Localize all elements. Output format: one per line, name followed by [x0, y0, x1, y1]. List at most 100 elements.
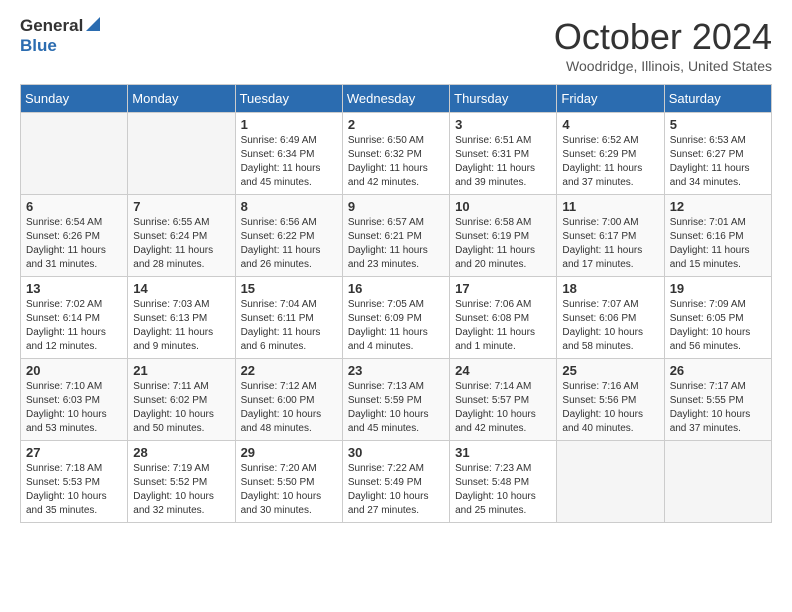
calendar-cell: 2 Sunrise: 6:50 AM Sunset: 6:32 PM Daylig…: [342, 113, 449, 195]
day-number: 19: [670, 281, 766, 296]
day-number: 15: [241, 281, 337, 296]
day-number: 11: [562, 199, 658, 214]
day-number: 30: [348, 445, 444, 460]
day-number: 3: [455, 117, 551, 132]
day-info: Sunrise: 7:06 AM Sunset: 6:08 PM Dayligh…: [455, 298, 551, 354]
day-info: Sunrise: 6:50 AM Sunset: 6:32 PM Dayligh…: [348, 134, 444, 190]
weekday-header: Wednesday: [342, 85, 449, 113]
day-number: 7: [133, 199, 229, 214]
calendar-cell: 15Sunrise: 7:04 AM Sunset: 6:11 PM Dayli…: [235, 277, 342, 359]
day-number: 20: [26, 363, 122, 378]
calendar-week-row: 13 Sunrise: 7:02 AM Sunset: 6:14 PM Dayli…: [21, 277, 772, 359]
calendar-cell: [21, 113, 128, 195]
calendar-cell: 17 Sunrise: 7:06 AM Sunset: 6:08 PM Dayli…: [450, 277, 557, 359]
page-header: General Blue October 2024 Woodridge, Ill…: [20, 16, 772, 74]
day-number: 27: [26, 445, 122, 460]
day-info: Sunrise: 6:52 AM Sunset: 6:29 PM Dayligh…: [562, 134, 658, 190]
day-number: 16: [348, 281, 444, 296]
day-info: Sunrise: 6:54 AM Sunset: 6:26 PM Dayligh…: [26, 216, 122, 272]
calendar-cell: 13 Sunrise: 7:02 AM Sunset: 6:14 PM Dayli…: [21, 277, 128, 359]
calendar-cell: 4 Sunrise: 6:52 AM Sunset: 6:29 PM Daylig…: [557, 113, 664, 195]
calendar-cell: 27 Sunrise: 7:18 AM Sunset: 5:53 PM Dayli…: [21, 441, 128, 523]
calendar-cell: 28Sunrise: 7:19 AM Sunset: 5:52 PM Dayli…: [128, 441, 235, 523]
calendar-cell: 19 Sunrise: 7:09 AM Sunset: 6:05 PM Dayli…: [664, 277, 771, 359]
calendar-cell: 6 Sunrise: 6:54 AM Sunset: 6:26 PM Daylig…: [21, 195, 128, 277]
calendar-cell: 26Sunrise: 7:17 AM Sunset: 5:55 PM Dayli…: [664, 359, 771, 441]
logo-blue: Blue: [20, 36, 57, 55]
day-info: Sunrise: 6:49 AM Sunset: 6:34 PM Dayligh…: [241, 134, 337, 190]
day-info: Sunrise: 7:22 AM Sunset: 5:49 PM Dayligh…: [348, 462, 444, 518]
weekday-header: Monday: [128, 85, 235, 113]
day-info: Sunrise: 7:13 AM Sunset: 5:59 PM Dayligh…: [348, 380, 444, 436]
page-container: General Blue October 2024 Woodridge, Ill…: [0, 0, 792, 543]
day-info: Sunrise: 6:55 AM Sunset: 6:24 PM Dayligh…: [133, 216, 229, 272]
day-number: 9: [348, 199, 444, 214]
calendar-cell: 12 Sunrise: 7:01 AM Sunset: 6:16 PM Dayli…: [664, 195, 771, 277]
day-number: 12: [670, 199, 766, 214]
logo-general: General: [20, 16, 83, 36]
day-info: Sunrise: 7:18 AM Sunset: 5:53 PM Dayligh…: [26, 462, 122, 518]
calendar-cell: 23 Sunrise: 7:13 AM Sunset: 5:59 PM Dayli…: [342, 359, 449, 441]
weekday-header: Sunday: [21, 85, 128, 113]
calendar-week-row: 6 Sunrise: 6:54 AM Sunset: 6:26 PM Daylig…: [21, 195, 772, 277]
calendar-week-row: 1 Sunrise: 6:49 AM Sunset: 6:34 PM Daylig…: [21, 113, 772, 195]
weekday-header: Tuesday: [235, 85, 342, 113]
day-info: Sunrise: 6:53 AM Sunset: 6:27 PM Dayligh…: [670, 134, 766, 190]
calendar-cell: 29 Sunrise: 7:20 AM Sunset: 5:50 PM Dayli…: [235, 441, 342, 523]
title-block: October 2024 Woodridge, Illinois, United…: [554, 16, 772, 74]
day-info: Sunrise: 7:02 AM Sunset: 6:14 PM Dayligh…: [26, 298, 122, 354]
calendar-cell: 9 Sunrise: 6:57 AM Sunset: 6:21 PM Daylig…: [342, 195, 449, 277]
calendar-cell: 8Sunrise: 6:56 AM Sunset: 6:22 PM Daylig…: [235, 195, 342, 277]
calendar-cell: [128, 113, 235, 195]
calendar-cell: 11 Sunrise: 7:00 AM Sunset: 6:17 PM Dayli…: [557, 195, 664, 277]
calendar-table: SundayMondayTuesdayWednesdayThursdayFrid…: [20, 84, 772, 523]
calendar-cell: 20 Sunrise: 7:10 AM Sunset: 6:03 PM Dayli…: [21, 359, 128, 441]
weekday-header: Thursday: [450, 85, 557, 113]
logo-text: General: [20, 16, 101, 36]
day-number: 23: [348, 363, 444, 378]
day-info: Sunrise: 7:10 AM Sunset: 6:03 PM Dayligh…: [26, 380, 122, 436]
calendar-cell: 21 Sunrise: 7:11 AM Sunset: 6:02 PM Dayli…: [128, 359, 235, 441]
day-info: Sunrise: 7:23 AM Sunset: 5:48 PM Dayligh…: [455, 462, 551, 518]
calendar-cell: 31Sunrise: 7:23 AM Sunset: 5:48 PM Dayli…: [450, 441, 557, 523]
day-info: Sunrise: 7:12 AM Sunset: 6:00 PM Dayligh…: [241, 380, 337, 436]
weekday-header: Friday: [557, 85, 664, 113]
calendar-cell: 14Sunrise: 7:03 AM Sunset: 6:13 PM Dayli…: [128, 277, 235, 359]
day-info: Sunrise: 6:56 AM Sunset: 6:22 PM Dayligh…: [241, 216, 337, 272]
day-info: Sunrise: 7:11 AM Sunset: 6:02 PM Dayligh…: [133, 380, 229, 436]
day-number: 18: [562, 281, 658, 296]
day-number: 4: [562, 117, 658, 132]
calendar-week-row: 20 Sunrise: 7:10 AM Sunset: 6:03 PM Dayli…: [21, 359, 772, 441]
weekday-header: Saturday: [664, 85, 771, 113]
calendar-cell: 5 Sunrise: 6:53 AM Sunset: 6:27 PM Daylig…: [664, 113, 771, 195]
calendar-cell: 24Sunrise: 7:14 AM Sunset: 5:57 PM Dayli…: [450, 359, 557, 441]
day-info: Sunrise: 6:58 AM Sunset: 6:19 PM Dayligh…: [455, 216, 551, 272]
day-number: 1: [241, 117, 337, 132]
day-number: 29: [241, 445, 337, 460]
day-number: 2: [348, 117, 444, 132]
day-number: 5: [670, 117, 766, 132]
day-number: 10: [455, 199, 551, 214]
day-info: Sunrise: 7:01 AM Sunset: 6:16 PM Dayligh…: [670, 216, 766, 272]
calendar-week-row: 27 Sunrise: 7:18 AM Sunset: 5:53 PM Dayli…: [21, 441, 772, 523]
calendar-cell: 1 Sunrise: 6:49 AM Sunset: 6:34 PM Daylig…: [235, 113, 342, 195]
logo: General Blue: [20, 16, 101, 56]
logo-blue-line: Blue: [20, 36, 101, 56]
calendar-cell: 18Sunrise: 7:07 AM Sunset: 6:06 PM Dayli…: [557, 277, 664, 359]
day-number: 17: [455, 281, 551, 296]
day-number: 21: [133, 363, 229, 378]
weekday-header-row: SundayMondayTuesdayWednesdayThursdayFrid…: [21, 85, 772, 113]
day-info: Sunrise: 6:57 AM Sunset: 6:21 PM Dayligh…: [348, 216, 444, 272]
month-title: October 2024: [554, 16, 772, 58]
day-number: 22: [241, 363, 337, 378]
logo-wing-icon: [84, 17, 100, 31]
location-text: Woodridge, Illinois, United States: [554, 58, 772, 74]
day-info: Sunrise: 7:00 AM Sunset: 6:17 PM Dayligh…: [562, 216, 658, 272]
day-number: 6: [26, 199, 122, 214]
calendar-cell: 22 Sunrise: 7:12 AM Sunset: 6:00 PM Dayli…: [235, 359, 342, 441]
day-info: Sunrise: 7:20 AM Sunset: 5:50 PM Dayligh…: [241, 462, 337, 518]
day-number: 13: [26, 281, 122, 296]
calendar-cell: 25Sunrise: 7:16 AM Sunset: 5:56 PM Dayli…: [557, 359, 664, 441]
day-info: Sunrise: 7:16 AM Sunset: 5:56 PM Dayligh…: [562, 380, 658, 436]
day-info: Sunrise: 7:09 AM Sunset: 6:05 PM Dayligh…: [670, 298, 766, 354]
